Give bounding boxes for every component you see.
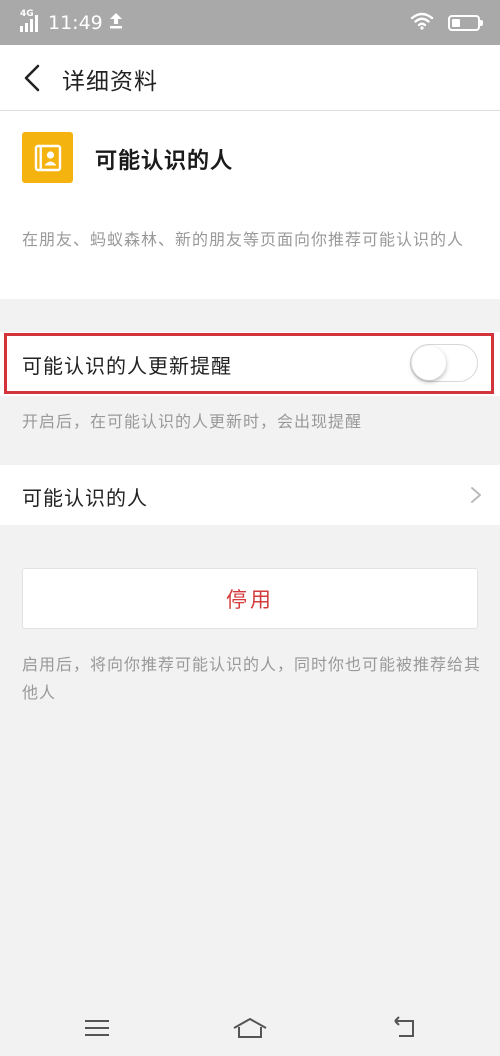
profile-description: 在朋友、蚂蚁森林、新的朋友等页面向你推荐可能认识的人 — [22, 230, 465, 249]
profile-card: 可能认识的人 在朋友、蚂蚁森林、新的朋友等页面向你推荐可能认识的人 — [0, 111, 500, 299]
signal-icon: 4G — [20, 8, 42, 34]
system-nav-bar — [0, 998, 500, 1056]
disable-hint: 启用后，将向你推荐可能认识的人，同时你也可能被推荐给其他人 — [22, 655, 482, 702]
system-back-button[interactable] — [385, 1008, 425, 1048]
disable-button-label: 停用 — [226, 587, 274, 612]
update-reminder-hint: 开启后，在可能认识的人更新时，会出现提醒 — [22, 412, 363, 431]
people-row[interactable]: 可能认识的人 — [0, 465, 500, 525]
people-row-label: 可能认识的人 — [22, 486, 148, 510]
home-button[interactable] — [230, 1008, 270, 1048]
status-right — [410, 12, 483, 34]
menu-icon — [85, 1020, 109, 1036]
chevron-left-icon — [24, 64, 40, 92]
back-icon — [394, 1016, 414, 1037]
disable-button[interactable]: 停用 — [22, 568, 478, 629]
home-icon — [233, 1018, 267, 1038]
menu-button[interactable] — [77, 1008, 117, 1048]
update-reminder-row: 可能认识的人更新提醒 — [0, 332, 500, 396]
chevron-right-icon — [471, 487, 481, 503]
nav-bar: 详细资料 — [0, 45, 500, 111]
network-type: 4G — [20, 8, 34, 19]
page-title: 详细资料 — [62, 69, 158, 95]
toggle-knob — [412, 346, 446, 380]
status-bar: 4G 11:49 — [0, 0, 500, 45]
battery-icon — [448, 15, 483, 31]
upload-arrow-icon — [109, 11, 123, 34]
profile-name: 可能认识的人 — [95, 149, 234, 174]
update-reminder-label: 可能认识的人更新提醒 — [22, 354, 232, 378]
update-reminder-toggle[interactable] — [410, 344, 478, 382]
status-time: 11:49 — [48, 11, 103, 34]
contact-book-icon — [22, 132, 73, 183]
status-left: 4G 11:49 — [20, 8, 123, 34]
wifi-icon — [410, 12, 434, 34]
back-button[interactable] — [14, 59, 50, 97]
